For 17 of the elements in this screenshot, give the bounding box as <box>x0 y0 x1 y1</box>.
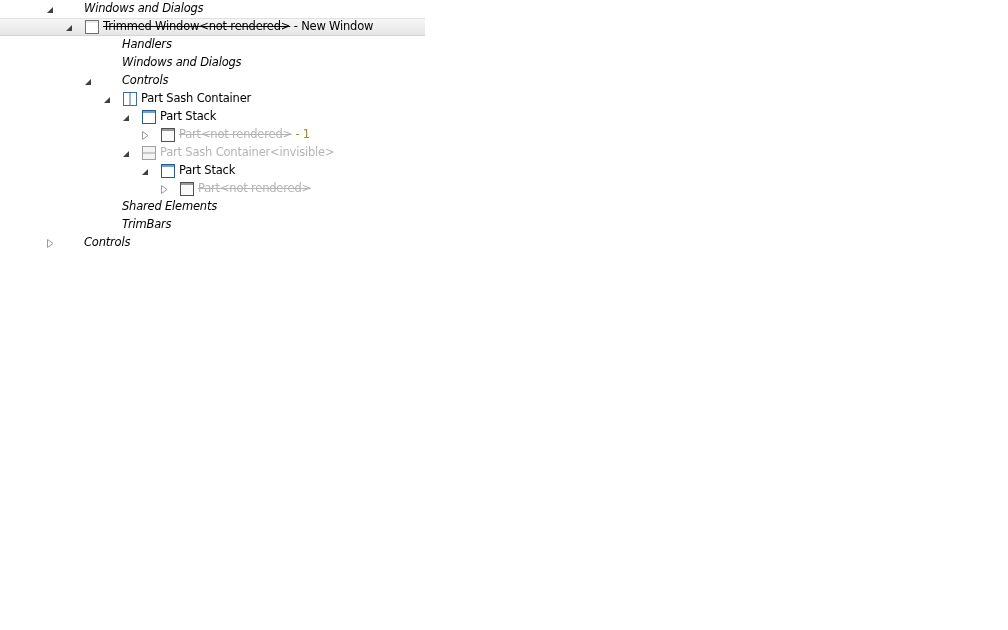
tree-item-label[interactable]: Controls <box>84 234 131 252</box>
tree-item-suffix: - 1 <box>294 126 310 144</box>
tree-item-suffix: - New Window <box>292 18 374 36</box>
expand-triangle-icon[interactable] <box>160 184 169 194</box>
tree-item-label[interactable]: Trimmed Window<not rendered> <box>103 18 291 36</box>
expand-triangle-icon[interactable] <box>141 130 150 140</box>
selected-tree-row[interactable]: Trimmed Window<not rendered> - New Window <box>0 18 425 36</box>
tree-item-label[interactable]: Windows and Dialogs <box>122 54 242 72</box>
tree-item-label[interactable]: Handlers <box>122 36 172 54</box>
tree-item-label[interactable]: Part Stack <box>160 108 217 126</box>
tree-item-label[interactable]: Part Stack <box>179 162 236 180</box>
tree-item-label[interactable]: TrimBars <box>122 216 172 234</box>
tree-item-label[interactable]: Controls <box>122 72 169 90</box>
tree-item-label[interactable]: Windows and Dialogs <box>84 0 204 18</box>
tree-item-label[interactable]: Part Sash Container <box>141 90 252 108</box>
expand-triangle-icon[interactable] <box>46 238 55 248</box>
tree-item-label[interactable]: Shared Elements <box>122 198 217 216</box>
